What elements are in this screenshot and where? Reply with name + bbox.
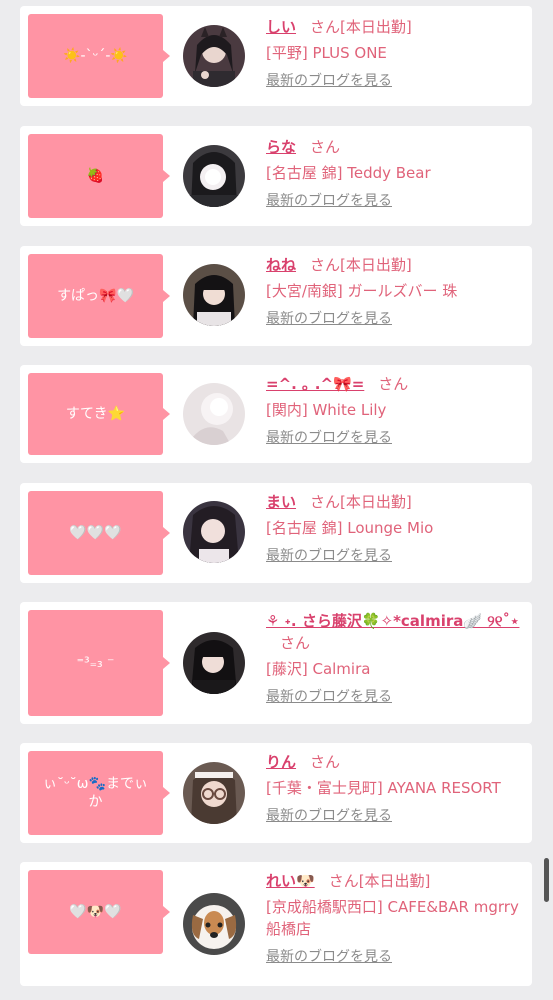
honorific: さん	[310, 18, 341, 36]
shop-name: [名古屋 錦] Teddy Bear	[266, 164, 431, 182]
comment-bubble: ⁼³₌₃ ⁻	[28, 610, 170, 716]
status-badge: [本日出勤]	[340, 18, 412, 36]
list-item: すぱっ🎀🤍 ねね さん[本日出勤] [大宮/南銀] ガールズバー 珠 最新のブログ…	[20, 246, 532, 346]
list-item: すてき⭐ =^. ｡ .^🎀= さん [関内] White Lily 最新のブログ…	[20, 365, 532, 463]
comment-text: 🤍🐶🤍	[69, 904, 122, 920]
girl-info: らな さん [名古屋 錦] Teddy Bear 最新のブログを見る	[266, 136, 528, 210]
status-badge: [本日出勤]	[358, 872, 431, 890]
honorific: さん	[328, 872, 359, 890]
avatar[interactable]	[183, 762, 245, 824]
honorific: さん	[280, 634, 311, 652]
girl-info: まい さん[本日出勤] [名古屋 錦] Lounge Mio 最新のブログを見る	[266, 491, 528, 565]
honorific: さん	[310, 138, 341, 156]
comment-bubble: すぱっ🎀🤍	[28, 254, 170, 338]
latest-blog-link[interactable]: 最新のブログを見る	[266, 190, 392, 210]
list-item: 🤍🐶🤍 れい🐶 さん[本日出勤] [京成船橋駅西口] CAFE&BAR mgrry…	[20, 862, 532, 986]
comment-text: ぃ˘ᵕ˘ω🐾までぃか	[43, 776, 148, 810]
comment-text: すてき⭐	[65, 406, 126, 422]
avatar[interactable]	[183, 25, 245, 87]
girl-info: しい さん[本日出勤] [平野] PLUS ONE 最新のブログを見る	[266, 16, 528, 90]
honorific: さん	[378, 375, 409, 393]
girl-name-link[interactable]: りん	[266, 753, 296, 771]
avatar[interactable]	[183, 893, 245, 955]
comment-text: すぱっ🎀🤍	[57, 288, 134, 304]
comment-text: ⁼³₌₃ ⁻	[76, 655, 115, 671]
list-item: 🤍🤍🤍 まい さん[本日出勤] [名古屋 錦] Lounge Mio 最新のブログ…	[20, 483, 532, 583]
girl-name-link[interactable]: れい🐶	[266, 872, 315, 890]
girl-name-link[interactable]: らな	[266, 138, 296, 156]
avatar[interactable]	[183, 383, 245, 445]
comment-bubble: ☀️-`ᵕ´-☀️	[28, 14, 170, 98]
girl-name-link[interactable]: ⚘ ˖. さら藤沢🍀✧*calmira🪽 ୨୧˚⋆	[266, 612, 519, 630]
latest-blog-link[interactable]: 最新のブログを見る	[266, 805, 392, 825]
girl-info: りん さん [千葉・富士見町] AYANA RESORT 最新のブログを見る	[266, 751, 528, 825]
shop-name: [京成船橋駅西口] CAFE&BAR mgrry 船橋店	[266, 898, 519, 938]
girl-name-link[interactable]: =^. ｡ .^🎀=	[266, 375, 364, 393]
comment-bubble: すてき⭐	[28, 373, 170, 455]
shop-name: [千葉・富士見町] AYANA RESORT	[266, 779, 501, 797]
honorific: さん	[310, 256, 341, 274]
girl-info: ⚘ ˖. さら藤沢🍀✧*calmira🪽 ୨୧˚⋆ さん [藤沢] Calmira…	[266, 610, 528, 706]
shop-name: [関内] White Lily	[266, 401, 387, 419]
comment-text: 🤍🤍🤍	[69, 525, 122, 541]
latest-blog-link[interactable]: 最新のブログを見る	[266, 308, 392, 328]
shop-name: [名古屋 錦] Lounge Mio	[266, 519, 434, 537]
comment-bubble: 🤍🐶🤍	[28, 870, 170, 954]
avatar[interactable]	[183, 145, 245, 207]
latest-blog-link[interactable]: 最新のブログを見る	[266, 686, 392, 706]
latest-blog-link[interactable]: 最新のブログを見る	[266, 946, 392, 966]
girl-info: ねね さん[本日出勤] [大宮/南銀] ガールズバー 珠 最新のブログを見る	[266, 254, 528, 328]
list-item: ☀️-`ᵕ´-☀️ しい さん[本日出勤] [平野] PLUS ONE 最新のブロ…	[20, 6, 532, 106]
girl-name-link[interactable]: まい	[266, 493, 296, 511]
avatar[interactable]	[183, 632, 245, 694]
scrollbar[interactable]	[544, 858, 549, 902]
shop-name: [平野] PLUS ONE	[266, 44, 387, 62]
comment-bubble: 🤍🤍🤍	[28, 491, 170, 575]
comment-text: ☀️-`ᵕ´-☀️	[63, 48, 128, 64]
comment-bubble: 🍓	[28, 134, 170, 218]
latest-blog-link[interactable]: 最新のブログを見る	[266, 545, 392, 565]
list-item: ⁼³₌₃ ⁻ ⚘ ˖. さら藤沢🍀✧*calmira🪽 ୨୧˚⋆ さん [藤沢] …	[20, 602, 532, 724]
shop-name: [大宮/南銀] ガールズバー 珠	[266, 282, 458, 300]
list-item: 🍓 らな さん [名古屋 錦] Teddy Bear 最新のブログを見る	[20, 126, 532, 226]
latest-blog-link[interactable]: 最新のブログを見る	[266, 427, 392, 447]
shop-name: [藤沢] Calmira	[266, 660, 371, 678]
girl-name-link[interactable]: しい	[266, 18, 296, 36]
avatar[interactable]	[183, 501, 245, 563]
comment-text: 🍓	[86, 168, 105, 184]
comment-bubble: ぃ˘ᵕ˘ω🐾までぃか	[28, 751, 170, 835]
girl-info: =^. ｡ .^🎀= さん [関内] White Lily 最新のブログを見る	[266, 373, 528, 447]
avatar[interactable]	[183, 264, 245, 326]
honorific: さん	[310, 493, 341, 511]
girl-name-link[interactable]: ねね	[266, 256, 296, 274]
status-badge: [本日出勤]	[340, 493, 412, 511]
girl-info: れい🐶 さん[本日出勤] [京成船橋駅西口] CAFE&BAR mgrry 船橋店…	[266, 870, 528, 966]
status-badge: [本日出勤]	[340, 256, 412, 274]
list-item: ぃ˘ᵕ˘ω🐾までぃか りん さん [千葉・富士見町] AYANA RESORT 最…	[20, 743, 532, 843]
honorific: さん	[310, 753, 341, 771]
latest-blog-link[interactable]: 最新のブログを見る	[266, 70, 392, 90]
